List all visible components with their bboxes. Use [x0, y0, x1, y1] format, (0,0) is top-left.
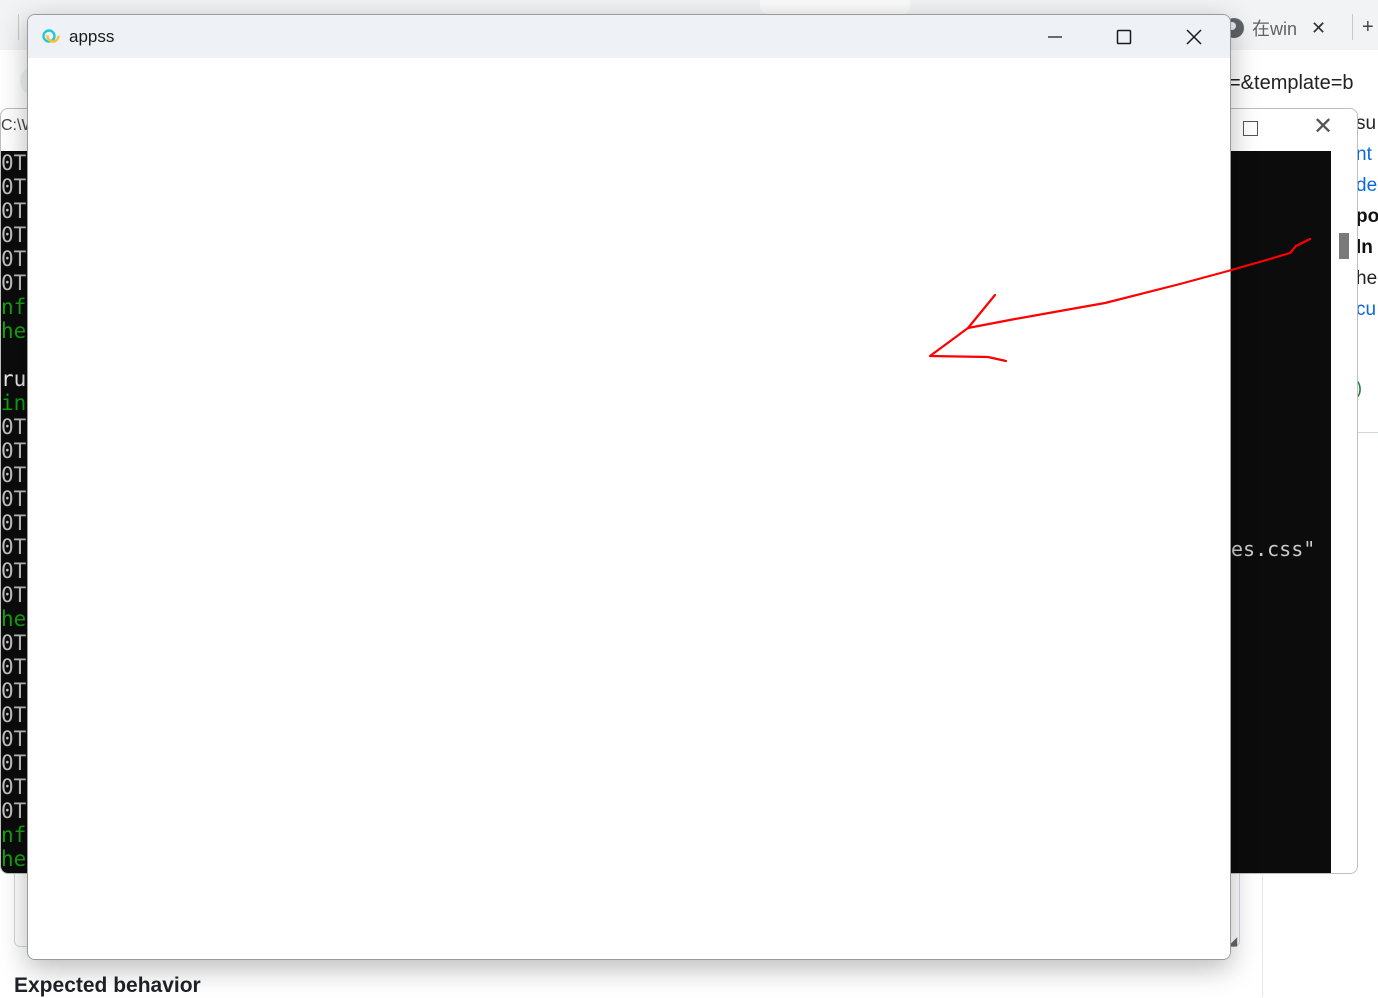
- browser-tab-title: 在win: [1252, 19, 1298, 39]
- minimize-button[interactable]: [1020, 15, 1090, 58]
- app-content-blank[interactable]: [28, 58, 1230, 959]
- background-page-line[interactable]: cu: [1356, 294, 1378, 325]
- address-url-text[interactable]: =&template=b: [1229, 72, 1354, 95]
- divider: [1262, 870, 1263, 997]
- terminal-scroll-thumb[interactable]: [1339, 233, 1349, 259]
- divider: [1356, 432, 1378, 433]
- app-title: appss: [69, 27, 115, 46]
- app-titlebar[interactable]: appss: [28, 15, 1230, 58]
- minimize-icon: [1048, 35, 1062, 38]
- background-page-line[interactable]: de: [1356, 170, 1378, 201]
- terminal-scrollbar[interactable]: [1331, 151, 1357, 873]
- app-logo-icon: [42, 29, 60, 43]
- app-window[interactable]: appss: [27, 14, 1231, 960]
- terminal-close-icon[interactable]: ✕: [1313, 115, 1333, 139]
- terminal-maximize-icon[interactable]: [1243, 121, 1258, 136]
- background-page-line[interactable]: nt: [1356, 139, 1378, 170]
- section-heading: Expected behavior: [14, 974, 201, 997]
- tab-separator: [18, 14, 19, 40]
- tab-close-icon[interactable]: ✕: [1311, 18, 1326, 39]
- terminal-css-text: es.css": [1231, 537, 1316, 561]
- browser-tab[interactable]: 在win ✕: [1224, 14, 1352, 42]
- tab-separator: [1352, 14, 1353, 40]
- background-page-line: ln: [1356, 237, 1373, 258]
- maximize-icon: [1116, 29, 1132, 44]
- background-page-line: po: [1356, 206, 1378, 227]
- background-page-line: hec: [1356, 268, 1378, 289]
- browser-tab-active[interactable]: [760, 0, 910, 14]
- close-button[interactable]: [1159, 15, 1229, 58]
- new-tab-button[interactable]: +: [1362, 16, 1374, 39]
- close-icon: [1186, 28, 1202, 45]
- maximize-button[interactable]: [1089, 15, 1159, 58]
- background-page-line: su: [1356, 113, 1377, 134]
